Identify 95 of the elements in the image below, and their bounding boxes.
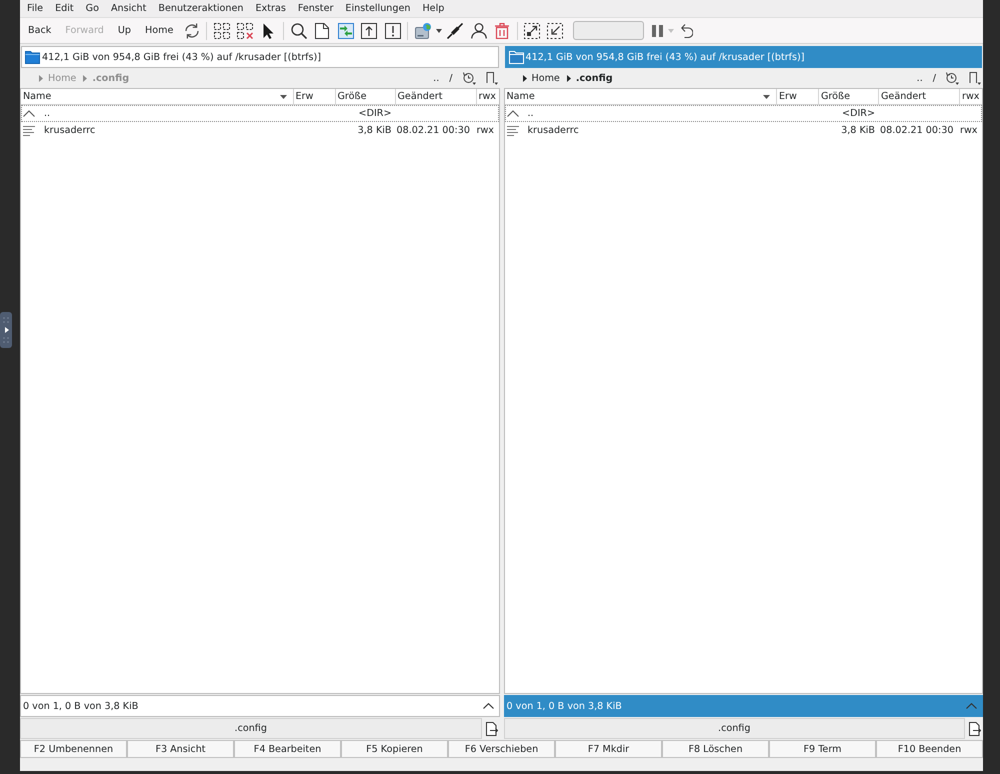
undo-icon[interactable]	[681, 24, 694, 38]
compare-arrows-icon[interactable]	[338, 22, 354, 38]
function-key-button[interactable]: F2 Umbenennen	[20, 740, 127, 758]
column-header[interactable]: Erw	[776, 89, 818, 104]
file-name: krusaderrc	[44, 125, 96, 136]
column-header[interactable]: Name	[21, 89, 292, 104]
function-key-button[interactable]: F7 Mkdir	[555, 740, 662, 758]
root-folder-button[interactable]: /	[449, 72, 452, 84]
bookmark-icon[interactable]	[969, 72, 981, 84]
clock-icon[interactable]	[462, 72, 476, 84]
sort-caret-icon	[763, 94, 770, 98]
cursor-arrow-icon[interactable]	[263, 22, 274, 38]
toolbar-button[interactable]: Up	[110, 20, 138, 40]
clock-icon[interactable]	[946, 72, 959, 84]
menu-item[interactable]: Einstellungen	[339, 1, 416, 16]
toolbar-input-field[interactable]	[573, 21, 644, 40]
file-name: krusaderrc	[528, 125, 579, 136]
menu-item[interactable]: File	[21, 1, 50, 16]
function-key-button[interactable]: F6 Verschieben	[448, 740, 555, 758]
square-exclamation-icon[interactable]	[384, 22, 401, 38]
breadcrumb-item[interactable]: Home	[532, 72, 562, 84]
refresh-icon[interactable]	[184, 22, 200, 38]
side-panel-handle[interactable]	[0, 312, 12, 348]
file-row[interactable]: krusaderrc 3,8 KiB 08.02.21 00:30 rwx	[504, 122, 982, 139]
file-size: 3,8 KiB	[356, 125, 392, 136]
menu-item[interactable]: Help	[416, 1, 450, 16]
parent-folder-button[interactable]: ..	[433, 72, 440, 84]
document-arrow-icon[interactable]	[969, 722, 981, 736]
drive-globe-icon[interactable]	[414, 22, 430, 38]
document-lines-icon	[23, 126, 35, 136]
caret-down-icon[interactable]	[436, 28, 442, 32]
function-key-button[interactable]: F5 Kopieren	[341, 740, 448, 758]
function-key-button[interactable]: F4 Bearbeiten	[234, 740, 341, 758]
folder-icon	[25, 50, 40, 64]
chevron-up-icon[interactable]	[482, 703, 494, 709]
disk-info-text: 412,1 GiB von 954,8 GiB frei (43 %) auf /krusader [(btrfs)]	[526, 52, 805, 62]
status-text: 0 von 1, 0 B von 3,8 KiB	[23, 700, 138, 712]
file-permissions: rwx	[959, 125, 978, 136]
menu-item[interactable]: Go	[80, 1, 105, 16]
column-header[interactable]: Größe	[334, 89, 394, 104]
toolbar-button[interactable]: Home	[138, 20, 180, 40]
file-name: ..	[44, 108, 50, 119]
dotted-squares-icon[interactable]	[214, 22, 230, 38]
column-header[interactable]: Größe	[818, 89, 878, 104]
document-lines-icon	[506, 126, 518, 136]
chevron-up-icon	[506, 110, 518, 117]
menu-item[interactable]: Ansicht	[104, 1, 152, 16]
folder-icon	[508, 50, 524, 64]
column-header[interactable]: Name	[504, 89, 776, 104]
file-row[interactable]: .. <DIR>	[21, 105, 498, 122]
column-header[interactable]: Geändert	[394, 89, 476, 104]
caret-right-icon[interactable]	[522, 74, 526, 82]
document-arrow-icon[interactable]	[486, 722, 498, 736]
status-text: 0 von 1, 0 B von 3,8 KiB	[506, 700, 622, 712]
column-header[interactable]: Geändert	[878, 89, 959, 104]
pause-icon[interactable]	[652, 24, 664, 36]
menu-item[interactable]: Benutzeraktionen	[152, 1, 250, 16]
column-header[interactable]: Erw	[292, 89, 334, 104]
function-key-button[interactable]: F8 Löschen	[662, 740, 769, 758]
square-arrow-out-icon[interactable]	[524, 22, 540, 38]
sort-caret-icon	[280, 94, 286, 98]
toolbar-button[interactable]: Back	[21, 20, 58, 40]
document-icon[interactable]	[315, 22, 330, 38]
path-bar: .config	[504, 718, 965, 739]
parent-folder-button[interactable]: ..	[916, 72, 923, 84]
function-key-button[interactable]: F3 Ansicht	[127, 740, 234, 758]
function-key-button[interactable]: F10 Beenden	[876, 740, 983, 758]
file-row[interactable]: .. <DIR>	[504, 105, 982, 122]
bookmark-icon[interactable]	[486, 72, 498, 84]
function-key-button[interactable]: F9 Term	[769, 740, 876, 758]
path-bar: .config	[20, 718, 482, 739]
user-icon[interactable]	[470, 22, 487, 38]
file-size: <DIR>	[841, 108, 876, 119]
square-arrow-in-icon[interactable]	[547, 22, 564, 38]
plug-icon[interactable]	[447, 22, 464, 38]
column-header[interactable]: rwx	[476, 89, 498, 104]
breadcrumb-item[interactable]: .config	[576, 72, 615, 84]
file-size: <DIR>	[358, 108, 392, 119]
file-size: 3,8 KiB	[840, 125, 876, 136]
dotted-squares-x-icon[interactable]	[237, 22, 254, 38]
root-folder-button[interactable]: /	[932, 72, 936, 84]
file-name: ..	[528, 108, 534, 119]
caret-right-icon[interactable]	[566, 74, 571, 82]
menu-item[interactable]: Fenster	[292, 1, 340, 16]
file-date: 08.02.21 00:30	[879, 125, 954, 136]
menu-item[interactable]: Extras	[250, 1, 292, 16]
file-permissions: rwx	[476, 125, 495, 136]
column-header[interactable]: rwx	[959, 89, 982, 104]
trash-icon[interactable]	[495, 22, 510, 38]
menu-item[interactable]: Edit	[49, 1, 80, 16]
disk-info-text: 412,1 GiB von 954,8 GiB frei (43 %) auf /krusader [(btrfs)]	[42, 52, 322, 62]
file-row[interactable]: krusaderrc 3,8 KiB 08.02.21 00:30 rwx	[21, 122, 498, 139]
search-icon[interactable]	[290, 22, 307, 38]
file-date: 08.02.21 00:30	[396, 125, 471, 136]
chevron-up-icon	[23, 110, 35, 117]
